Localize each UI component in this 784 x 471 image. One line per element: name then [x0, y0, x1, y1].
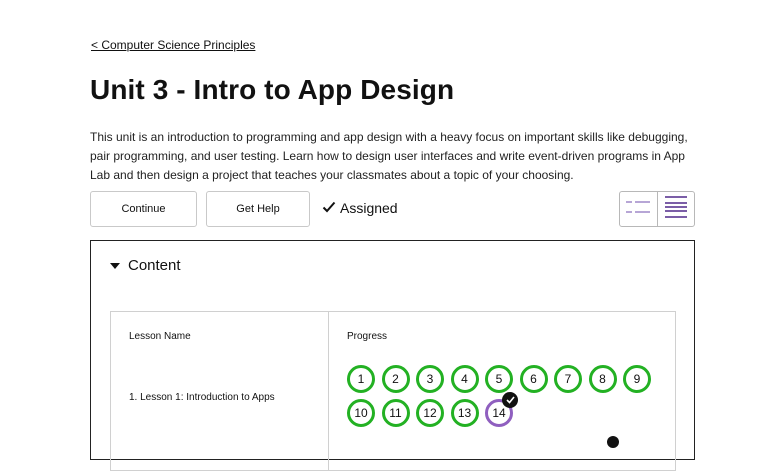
progress-bubble[interactable]: 12	[416, 399, 444, 427]
list-view-icon	[626, 199, 651, 220]
content-header-label: Content	[128, 257, 181, 274]
progress-bubble[interactable]: 6	[519, 365, 548, 393]
assigned-status: Assigned	[322, 200, 398, 216]
detail-view-icon	[664, 195, 687, 223]
get-help-button[interactable]: Get Help	[206, 191, 310, 227]
assessment-check-icon	[502, 392, 518, 408]
checkmark-icon	[322, 200, 336, 216]
continue-button[interactable]: Continue	[90, 191, 197, 227]
caret-down-icon	[110, 262, 120, 269]
progress-bubble[interactable]: 8	[588, 365, 617, 393]
progress-bubble[interactable]: 2	[381, 365, 410, 393]
lesson-name[interactable]: 1. Lesson 1: Introduction to Apps	[129, 392, 275, 403]
progress-bubble[interactable]: 5	[485, 365, 513, 393]
status-dot-icon	[607, 436, 619, 448]
progress-bubble[interactable]: 4	[450, 365, 479, 393]
page-title: Unit 3 - Intro to App Design	[90, 74, 455, 105]
column-header-progress: Progress	[347, 331, 388, 342]
view-toggle	[619, 191, 695, 227]
list-view-button[interactable]	[620, 192, 657, 226]
assigned-label: Assigned	[340, 200, 398, 216]
progress-bubble[interactable]: 9	[623, 365, 651, 393]
column-header-lesson-name: Lesson Name	[129, 331, 191, 342]
column-divider	[328, 312, 329, 470]
progress-bubble[interactable]: 13	[450, 399, 479, 427]
progress-bubble[interactable]: 11	[381, 399, 410, 427]
detail-view-button[interactable]	[656, 192, 695, 226]
progress-bubble[interactable]: 3	[416, 365, 444, 393]
unit-description: This unit is an introduction to programm…	[90, 130, 688, 182]
back-link[interactable]: < Computer Science Principles	[91, 38, 255, 52]
progress-bubble[interactable]: 10	[347, 399, 375, 427]
content-toggle[interactable]: Content	[110, 257, 181, 274]
progress-bubble[interactable]: 7	[554, 365, 582, 393]
progress-bubble[interactable]: 1	[347, 365, 375, 393]
